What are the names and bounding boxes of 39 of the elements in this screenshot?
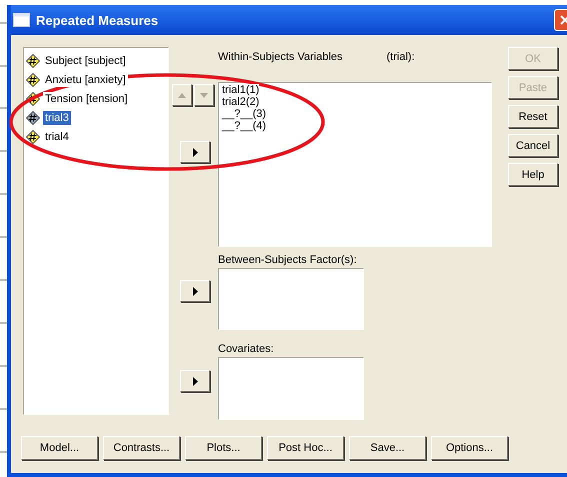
move-right-arrow-icon	[192, 148, 198, 156]
move-up-arrow-icon	[178, 92, 186, 98]
variable-item[interactable]: Subject [subject]	[43, 54, 128, 68]
dialog-button[interactable]: Reset	[508, 105, 558, 128]
covariates-label: Covariates:	[218, 343, 274, 355]
window-title: Repeated Measures	[36, 12, 158, 28]
variable-item[interactable]: Tension [tension]	[43, 92, 130, 106]
within-subjects-item[interactable]: __?__(4)	[222, 120, 266, 132]
move-right-button[interactable]	[180, 370, 210, 392]
within-subjects-item[interactable]: __?__(3)	[222, 108, 266, 120]
dialog-button[interactable]: Contrasts...	[103, 436, 180, 460]
move-right-button[interactable]	[180, 280, 210, 302]
factor-label: (trial):	[386, 51, 415, 63]
scale-variable-icon	[26, 110, 40, 124]
dialog-button[interactable]: Help	[508, 163, 558, 186]
between-subjects-label: Between-Subjects Factor(s):	[218, 254, 357, 266]
dialog-button[interactable]: Model...	[21, 436, 98, 460]
variable-item[interactable]: Anxietu [anxiety]	[43, 72, 128, 86]
variable-list[interactable]: Subject [subject] Anxietu [anxiety] Tension [tension] trial3 trial4	[23, 47, 169, 415]
scale-variable-icon	[26, 92, 40, 106]
within-subjects-label: Within-Subjects Variables	[218, 51, 343, 63]
within-subjects-list[interactable]: trial1(1) trial2(2) __?__(3) __?__(4)	[218, 82, 492, 247]
move-down-arrow-icon	[200, 92, 208, 98]
variable-item[interactable]: trial3	[43, 110, 71, 124]
move-right-arrow-icon	[192, 286, 198, 296]
dialog-button[interactable]: Save...	[349, 436, 426, 460]
move-right-arrow-icon	[192, 376, 198, 386]
within-subjects-item[interactable]: trial2(2)	[222, 96, 260, 108]
dialog-button[interactable]: Cancel	[508, 134, 558, 157]
scale-variable-icon	[26, 54, 40, 68]
scale-variable-icon	[26, 130, 40, 144]
variable-item[interactable]: trial4	[43, 130, 71, 144]
dialog-button[interactable]: Options...	[431, 436, 508, 460]
dialog-button[interactable]: Plots...	[185, 436, 262, 460]
scale-variable-icon	[26, 72, 40, 86]
dialog-button[interactable]: Post Hoc...	[267, 436, 344, 460]
move-right-button[interactable]	[180, 141, 210, 163]
within-subjects-item[interactable]: trial1(1)	[222, 84, 260, 96]
window-icon	[13, 13, 30, 27]
